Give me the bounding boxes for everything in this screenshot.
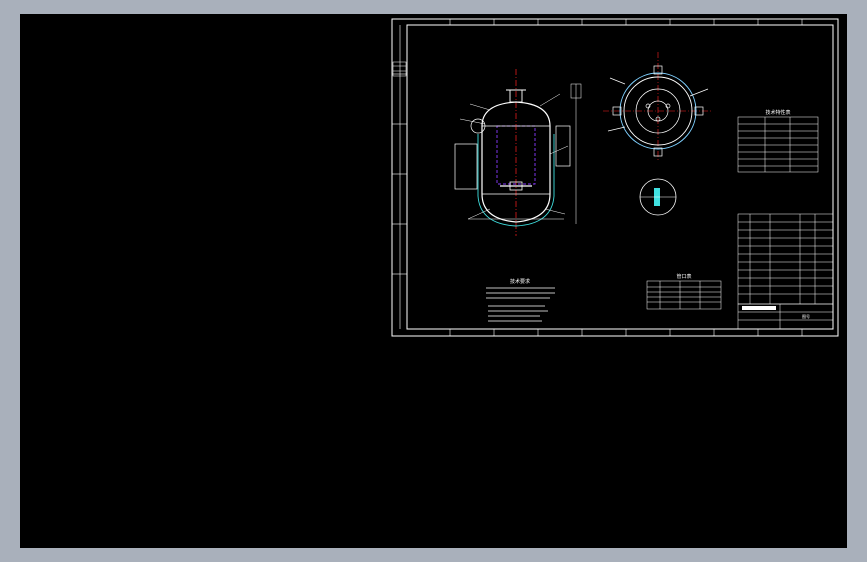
title-block-label: 图号: [802, 313, 810, 319]
sheet-outer-frame: [391, 18, 839, 337]
spec-table-title: 技术特性表: [765, 109, 790, 116]
sheet-left-zone-ticks: [392, 25, 407, 329]
vessel-top-view[interactable]: [603, 52, 713, 162]
leader-lines: [459, 93, 569, 220]
cad-drawing-canvas[interactable]: 技术特性表 图号 管口表 技术要求: [20, 14, 847, 548]
technical-notes-lines: [486, 287, 555, 322]
spec-table[interactable]: [737, 116, 819, 173]
bom-table[interactable]: [737, 213, 834, 305]
section-detail-view[interactable]: [639, 178, 677, 216]
cad-viewport[interactable]: 技术特性表 图号 管口表 技术要求: [20, 14, 847, 548]
sheet-top-zone-ticks: [449, 19, 803, 25]
title-block[interactable]: [737, 303, 834, 330]
vessel-front-view[interactable]: [454, 69, 582, 236]
notes-title: 技术要求: [510, 278, 530, 285]
sheet-inner-frame: [406, 24, 834, 330]
nozzle-table-title: 管口表: [676, 273, 691, 280]
support-lug-left: [454, 143, 478, 190]
nozzle-table[interactable]: [646, 280, 722, 310]
sheet-bottom-zone-ticks: [449, 329, 803, 336]
